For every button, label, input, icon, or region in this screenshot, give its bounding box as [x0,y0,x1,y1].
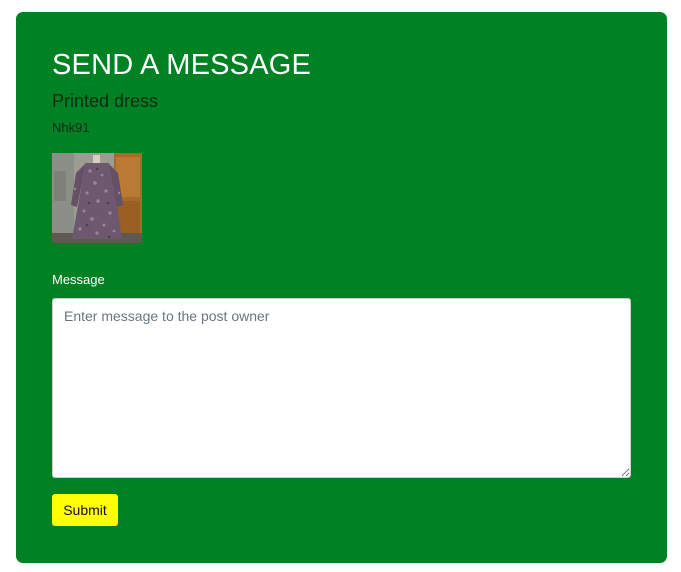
post-thumbnail [52,153,142,243]
post-title: Printed dress [52,91,159,111]
message-label: Message [52,272,105,287]
printed-dress-photo [52,153,142,243]
send-message-card: SEND A MESSAGE Printed dress Nhk91 Messa… [16,12,667,563]
submit-button[interactable]: Submit [52,494,118,526]
page-title: SEND A MESSAGE [52,49,312,81]
message-textarea[interactable] [52,298,631,478]
post-owner: Nhk91 [52,120,90,135]
